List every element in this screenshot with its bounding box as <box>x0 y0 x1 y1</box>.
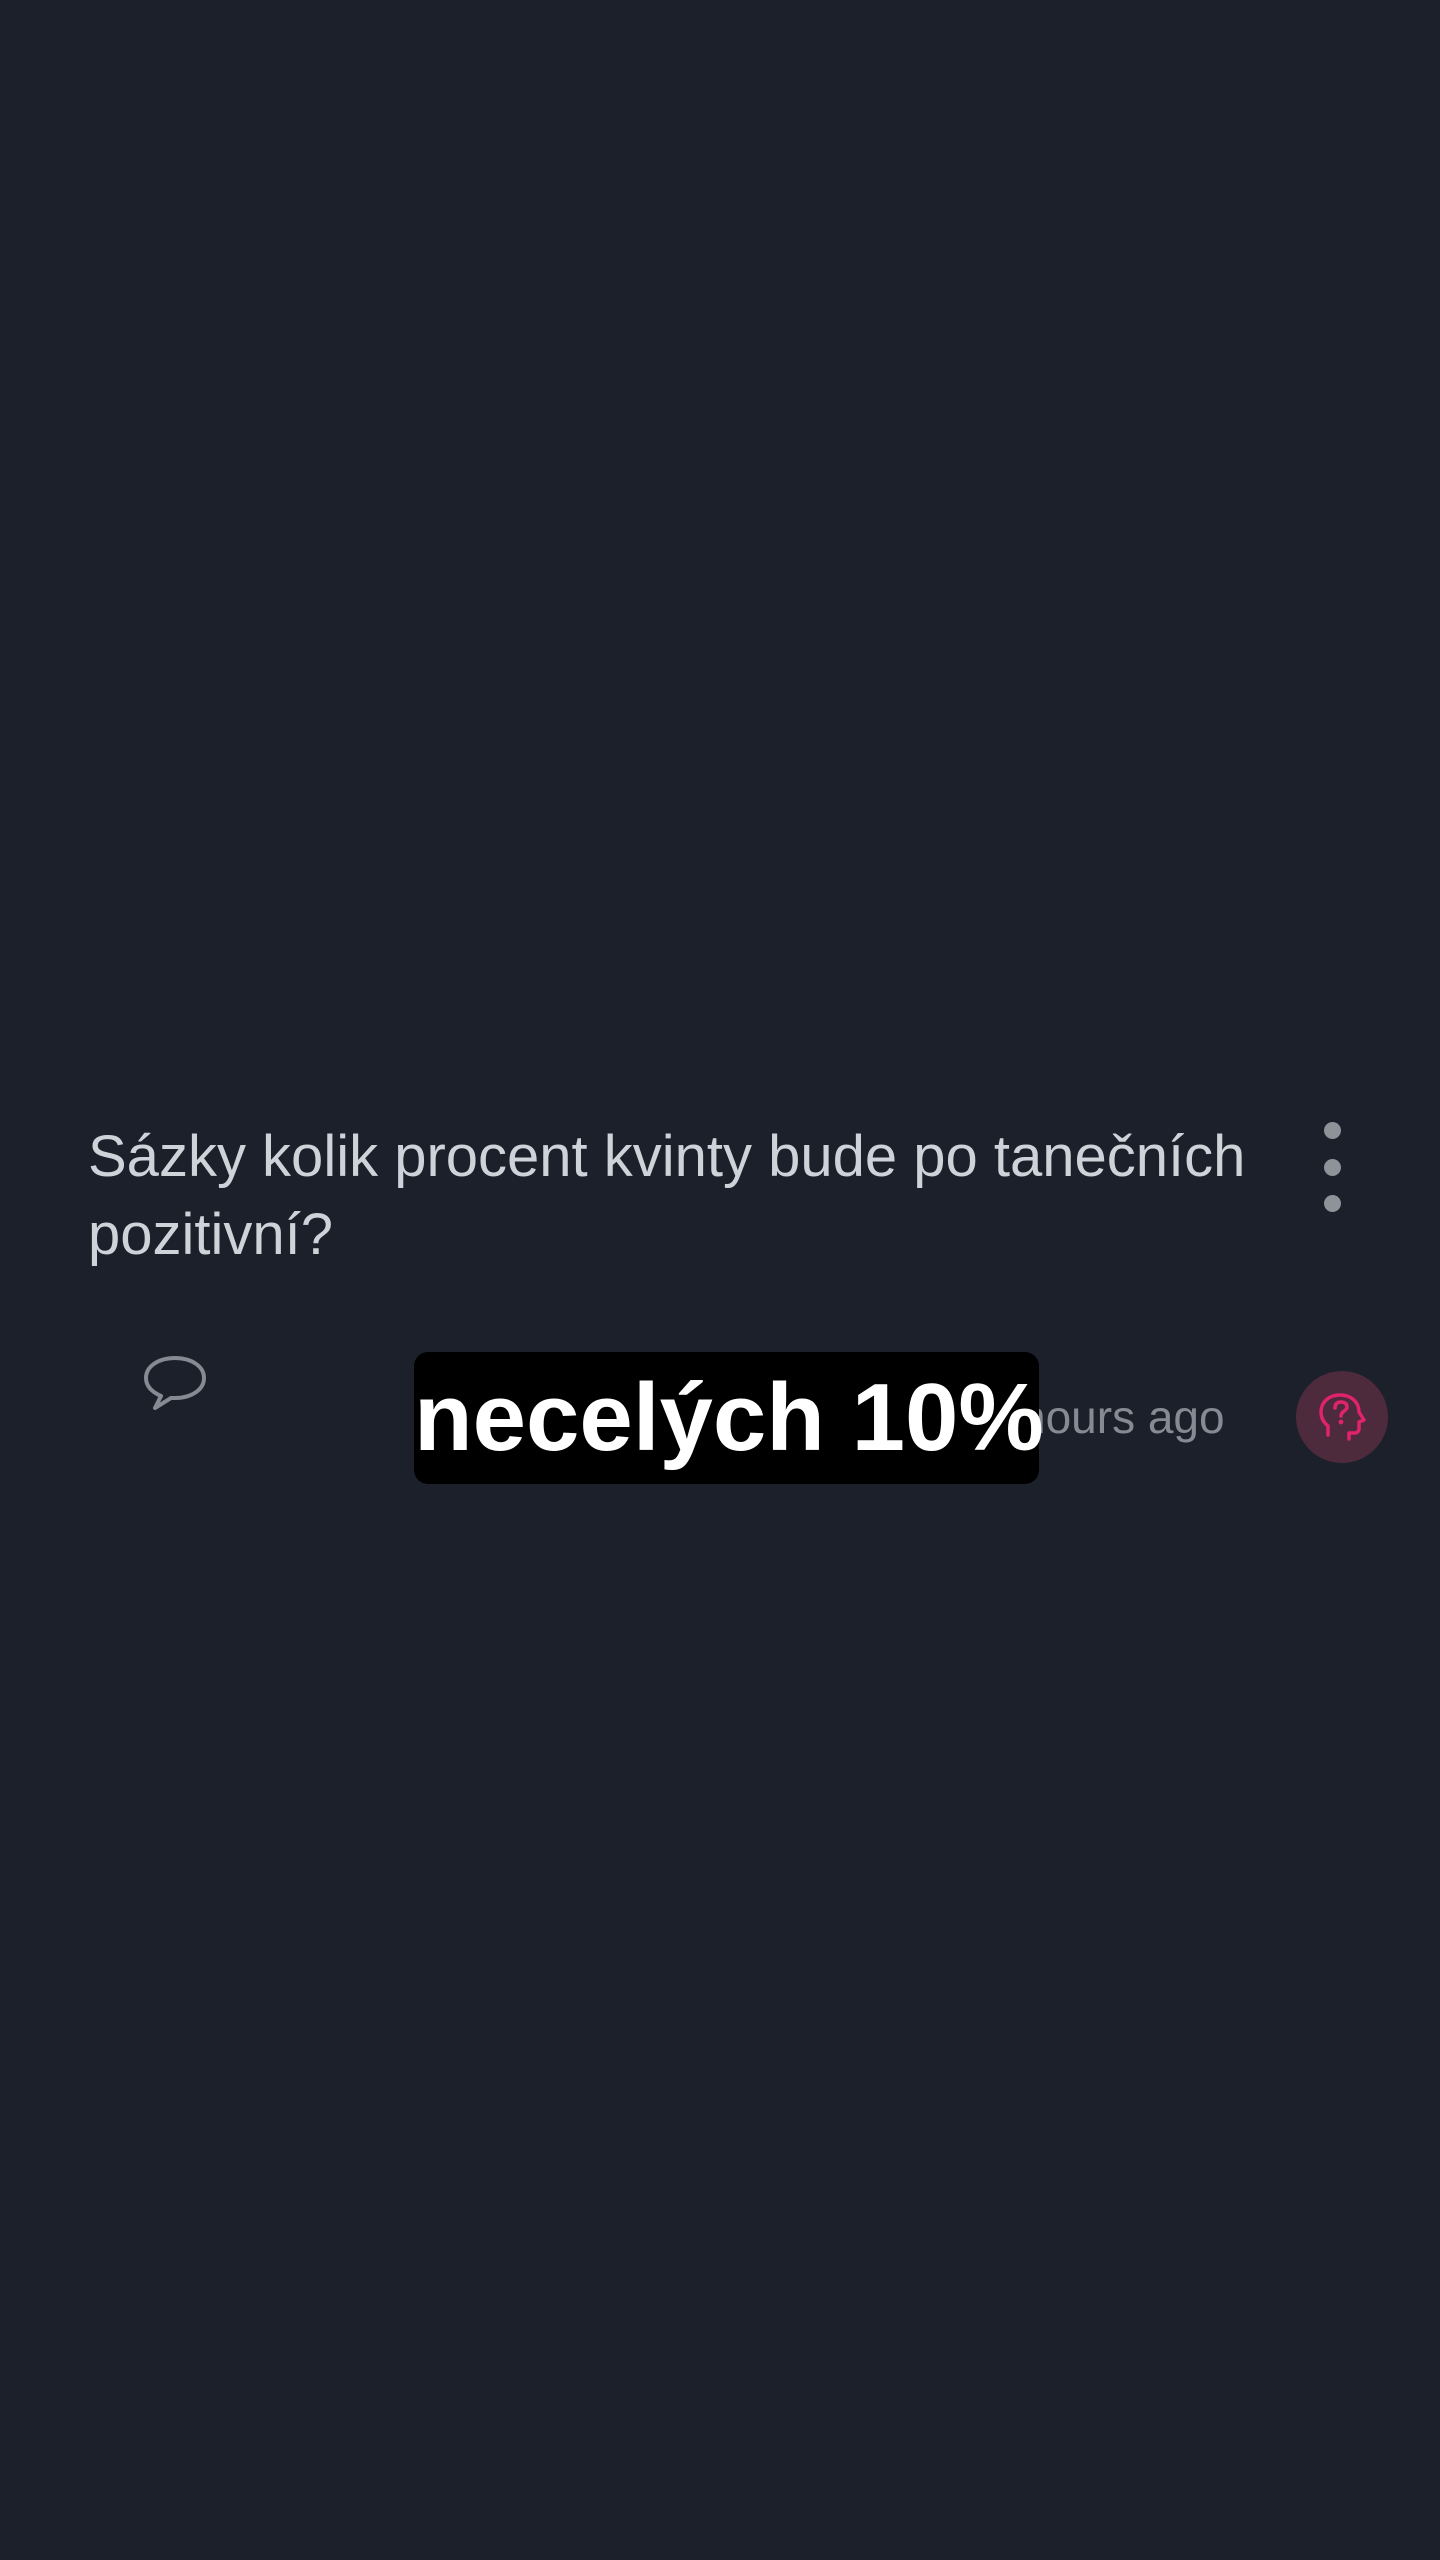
comment-icon[interactable] <box>142 1354 208 1412</box>
more-dot-icon <box>1323 1158 1341 1176</box>
more-dot-icon <box>1323 1122 1341 1139</box>
more-dot-icon <box>1323 1195 1341 1212</box>
author-avatar[interactable] <box>1296 1371 1388 1463</box>
post-card: Sázky kolik procent kvinty bude po taneč… <box>0 0 1440 2560</box>
post-question[interactable]: Sázky kolik procent kvinty bude po taneč… <box>88 1118 1288 1274</box>
head-question-icon <box>1319 1393 1366 1441</box>
overlay-caption: necelých 10% <box>414 1352 1044 1484</box>
more-options-button[interactable] <box>1300 1122 1364 1212</box>
post-timestamp: hours ago <box>1020 1391 1225 1443</box>
